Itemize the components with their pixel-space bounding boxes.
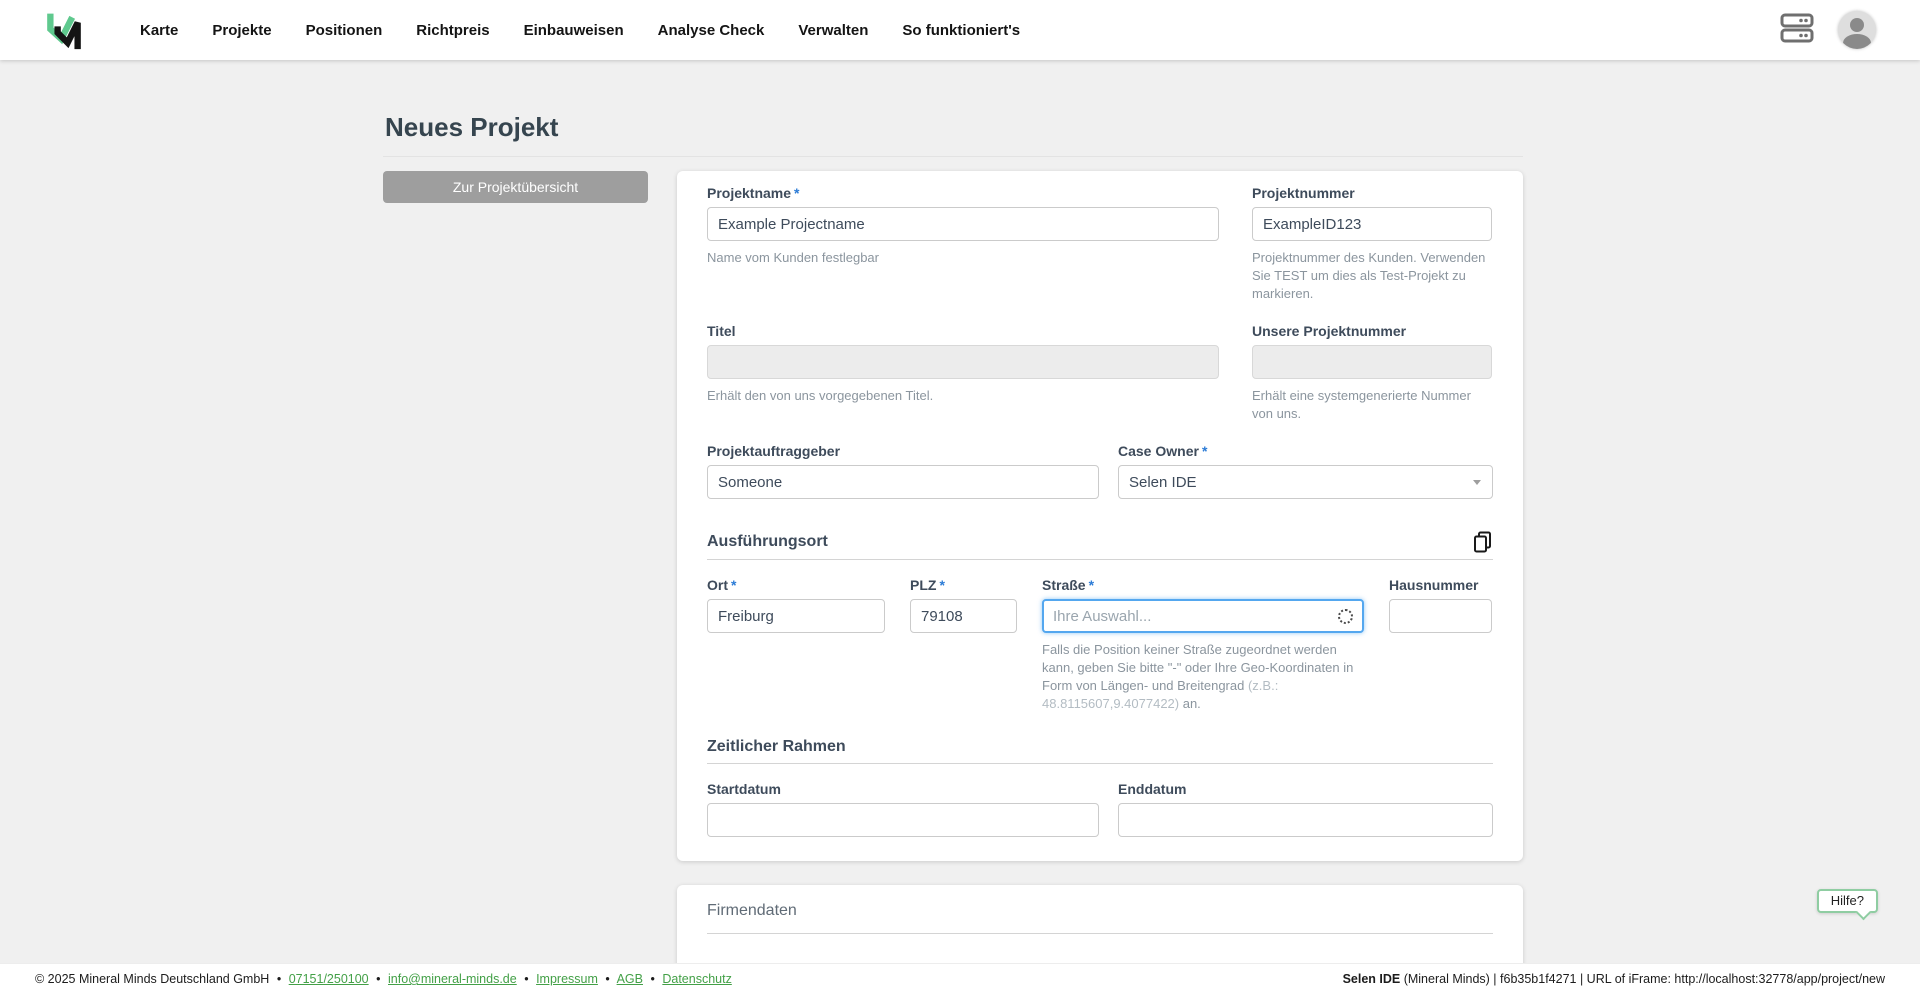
footer-link-email[interactable]: info@mineral-minds.de [388, 972, 517, 986]
nav-item-projekte[interactable]: Projekte [212, 22, 271, 39]
footer-separator: • [376, 972, 380, 986]
projektnummer-helper: Projektnummer des Kunden. Verwenden Sie … [1252, 249, 1492, 303]
mineral-minds-logo-icon[interactable] [44, 8, 86, 52]
case-owner-label-text: Case Owner [1118, 443, 1199, 459]
titel-helper: Erhält den von uns vorgegebenen Titel. [707, 387, 1219, 405]
loading-spinner-icon [1338, 609, 1353, 624]
strasse-label: Straße* [1042, 577, 1364, 593]
required-marker: * [939, 577, 944, 593]
nav-item-karte[interactable]: Karte [140, 22, 178, 39]
projektnummer-input[interactable] [1252, 207, 1492, 241]
project-form-card: Projektname* Name vom Kunden festlegbar … [677, 171, 1523, 861]
footer-link-agb[interactable]: AGB [617, 972, 643, 986]
firmendaten-divider [707, 933, 1493, 934]
case-owner-select[interactable] [1118, 465, 1493, 499]
page-title: Neues Projekt [385, 112, 1523, 142]
footer-session-info: Selen IDE (Mineral Minds) | f6b35b1f4271… [1343, 972, 1885, 986]
ort-label: Ort* [707, 577, 885, 593]
footer-link-datenschutz[interactable]: Datenschutz [662, 972, 731, 986]
zur-projektuebersicht-button[interactable]: Zur Projektübersicht [383, 171, 648, 203]
copy-icon[interactable] [1473, 531, 1493, 553]
strasse-helper-main: Falls die Position keiner Straße zugeord… [1042, 642, 1353, 693]
titel-label: Titel [707, 323, 1219, 339]
case-owner-label: Case Owner* [1118, 443, 1493, 459]
footer-copyright: © 2025 Mineral Minds Deutschland GmbH [35, 972, 269, 986]
strasse-helper: Falls die Position keiner Straße zugeord… [1042, 641, 1364, 713]
ausfuehrungsort-heading: Ausführungsort [707, 532, 828, 552]
navbar-right [1780, 11, 1876, 50]
startdatum-label: Startdatum [707, 781, 1099, 797]
footer-separator: • [605, 972, 609, 986]
footer-separator: • [277, 972, 281, 986]
projektauftraggeber-label: Projektauftraggeber [707, 443, 1099, 459]
strasse-input[interactable] [1042, 599, 1364, 633]
nav-item-analyse-check[interactable]: Analyse Check [658, 22, 765, 39]
title-divider [383, 156, 1523, 157]
strasse-helper-end: an. [1179, 696, 1201, 711]
projektname-label: Projektname* [707, 185, 1219, 201]
required-marker: * [731, 577, 736, 593]
plz-label-text: PLZ [910, 577, 936, 593]
footer-left: © 2025 Mineral Minds Deutschland GmbH • … [35, 972, 732, 986]
nav-item-einbauweisen[interactable]: Einbauweisen [524, 22, 624, 39]
avatar-head [1850, 18, 1864, 32]
server-icon[interactable] [1780, 11, 1814, 50]
projektauftraggeber-input[interactable] [707, 465, 1099, 499]
plz-input[interactable] [910, 599, 1017, 633]
projektname-label-text: Projektname [707, 185, 791, 201]
firmendaten-card: Firmendaten [677, 885, 1523, 963]
user-avatar-icon[interactable] [1838, 11, 1876, 49]
required-marker: * [1089, 577, 1094, 593]
hausnummer-label: Hausnummer [1389, 577, 1492, 593]
ort-input[interactable] [707, 599, 885, 633]
zeitlicher-rahmen-heading: Zeitlicher Rahmen [707, 737, 846, 757]
enddatum-input[interactable] [1118, 803, 1493, 837]
ausfuehrungsort-divider [707, 559, 1493, 560]
main-content: Neues Projekt Zur Projektübersicht Proje… [0, 60, 1920, 963]
footer-link-phone[interactable]: 07151/250100 [289, 972, 369, 986]
top-navbar: Karte Projekte Positionen Richtpreis Ein… [0, 0, 1920, 60]
footer-separator: • [650, 972, 654, 986]
ort-label-text: Ort [707, 577, 728, 593]
footer-session-details: (Mineral Minds) | f6b35b1f4271 | URL of … [1400, 972, 1885, 986]
footer-user-name: Selen IDE [1343, 972, 1401, 986]
footer: © 2025 Mineral Minds Deutschland GmbH • … [0, 963, 1920, 994]
unsere-projektnummer-input [1252, 345, 1492, 379]
nav-item-positionen[interactable]: Positionen [306, 22, 383, 39]
required-marker: * [794, 185, 799, 201]
unsere-projektnummer-helper: Erhält eine systemgenerierte Nummer von … [1252, 387, 1492, 423]
projektname-helper: Name vom Kunden festlegbar [707, 249, 1219, 267]
nav-item-richtpreis[interactable]: Richtpreis [416, 22, 489, 39]
enddatum-label: Enddatum [1118, 781, 1493, 797]
case-owner-value[interactable] [1118, 465, 1493, 499]
zeitlicher-rahmen-divider [707, 763, 1493, 764]
nav-item-so-funktionierts[interactable]: So funktioniert's [902, 22, 1020, 39]
titel-input [707, 345, 1219, 379]
unsere-projektnummer-label: Unsere Projektnummer [1252, 323, 1492, 339]
main-navigation: Karte Projekte Positionen Richtpreis Ein… [140, 22, 1020, 39]
strasse-label-text: Straße [1042, 577, 1086, 593]
projektname-input[interactable] [707, 207, 1219, 241]
hilfe-button[interactable]: Hilfe? [1817, 889, 1878, 913]
startdatum-input[interactable] [707, 803, 1099, 837]
hausnummer-input[interactable] [1389, 599, 1492, 633]
footer-separator: • [524, 972, 528, 986]
footer-link-impressum[interactable]: Impressum [536, 972, 598, 986]
firmendaten-heading: Firmendaten [707, 902, 797, 919]
plz-label: PLZ* [910, 577, 1017, 593]
projektnummer-label: Projektnummer [1252, 185, 1492, 201]
avatar-shoulders [1843, 34, 1871, 49]
required-marker: * [1202, 443, 1207, 459]
nav-item-verwalten[interactable]: Verwalten [798, 22, 868, 39]
